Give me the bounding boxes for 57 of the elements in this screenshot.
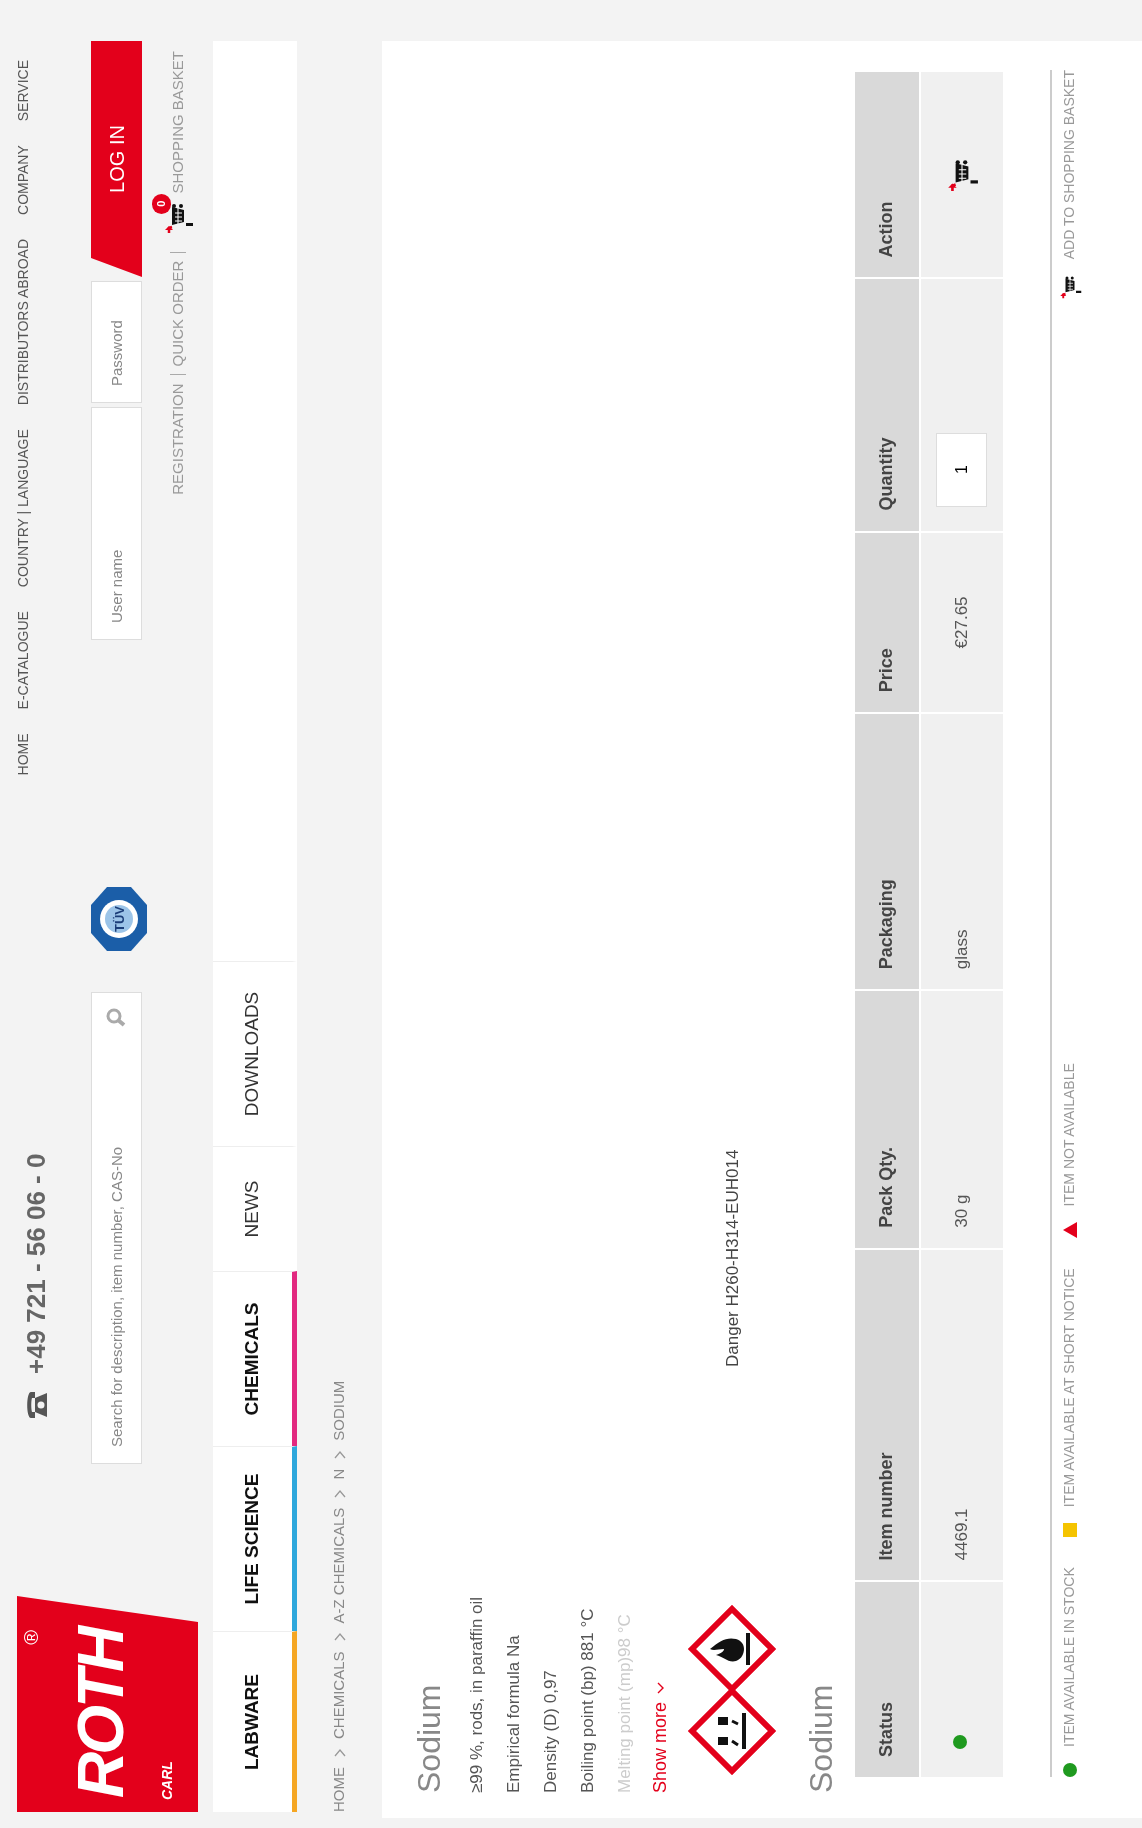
top-nav-link[interactable]: COUNTRY | LANGUAGE xyxy=(12,429,34,588)
show-more-link[interactable]: Show more xyxy=(647,1681,675,1793)
top-nav-link[interactable]: DISTRIBUTORS ABROAD xyxy=(12,238,34,406)
column-header: Status xyxy=(854,1582,919,1777)
column-header: Item number xyxy=(854,1249,919,1581)
stock-dot-icon xyxy=(1062,1763,1077,1777)
nav-tab[interactable]: LIFE SCIENCE xyxy=(213,1446,297,1631)
nav-tab[interactable]: CHEMICALS xyxy=(213,1271,297,1446)
legend-label: ITEM AVAILABLE AT SHORT NOTICE xyxy=(1060,1268,1079,1508)
table-cell: €27.65 xyxy=(920,532,1003,713)
quantity-field[interactable]: 1 xyxy=(936,432,988,507)
chevron-down-icon xyxy=(656,1681,665,1694)
logo-text: ROTH xyxy=(69,1628,133,1798)
table-cell: 4469.1 xyxy=(920,1249,1003,1581)
column-header: Action xyxy=(854,72,919,278)
hazard-pictogram-icon xyxy=(688,1687,777,1775)
registered-mark: ® xyxy=(21,1630,41,1645)
phone-number: +49 721 - 56 06 - 0 xyxy=(19,1153,52,1374)
logo-subtext: CARL xyxy=(158,1761,176,1800)
basket-count: 0 xyxy=(152,193,171,214)
column-header: Pack Qty. xyxy=(854,991,919,1248)
column-header: Packaging xyxy=(854,714,919,990)
search-icon xyxy=(105,1006,127,1028)
spec-line: Density (D) 0,97 xyxy=(540,1669,562,1793)
table-cell: glass xyxy=(920,714,1003,990)
triangle-icon xyxy=(1062,1222,1077,1239)
certification-badge-icon: TÜV xyxy=(91,887,147,951)
chevron-icon xyxy=(333,1749,346,1757)
product-title: Sodium xyxy=(410,1683,448,1793)
column-header: Price xyxy=(854,532,919,713)
password-field[interactable]: Password xyxy=(91,281,142,403)
nav-tab[interactable]: LABWARE xyxy=(213,1631,297,1812)
chevron-icon xyxy=(333,1450,346,1459)
legend-label: ITEM NOT AVAILABLE xyxy=(1060,1063,1079,1207)
chevron-icon xyxy=(333,1633,346,1642)
logo[interactable]: ROTH CARL ® xyxy=(17,1596,198,1812)
legend-label: ADD TO SHOPPING BASKET xyxy=(1060,70,1079,260)
product-subtitle: Sodium xyxy=(802,1683,841,1793)
spec-line: ≥99 %, rods, in paraffin oil xyxy=(466,1595,488,1793)
spec-line: Empirical formula Na xyxy=(503,1634,525,1793)
nav-tab[interactable]: DOWNLOADS xyxy=(213,961,297,1146)
hazard-pictogram-icon xyxy=(688,1605,777,1693)
top-nav-link[interactable]: COMPANY xyxy=(12,145,34,215)
nav-tab[interactable]: NEWS xyxy=(213,1146,297,1271)
top-nav-link[interactable]: E-CATALOGUE xyxy=(12,611,34,710)
square-icon xyxy=(1062,1523,1077,1538)
username-field[interactable]: User name xyxy=(91,407,142,640)
top-nav-link[interactable]: HOME xyxy=(12,733,34,776)
column-header: Quantity xyxy=(854,279,919,531)
hazard-statement: Danger H260-H314-EUH014 xyxy=(721,1149,743,1367)
legend-label: ITEM AVAILABLE IN STOCK xyxy=(1060,1567,1079,1747)
login-button[interactable]: LOG IN xyxy=(91,41,142,277)
top-nav-link[interactable]: SERVICE xyxy=(12,60,34,122)
spec-line: Boiling point (bp) 881 °C xyxy=(577,1607,599,1793)
search-field[interactable]: Search for description, item number, CAS-No xyxy=(91,992,142,1464)
chevron-icon xyxy=(333,1489,346,1498)
table-cell: 30 g xyxy=(920,991,1003,1248)
